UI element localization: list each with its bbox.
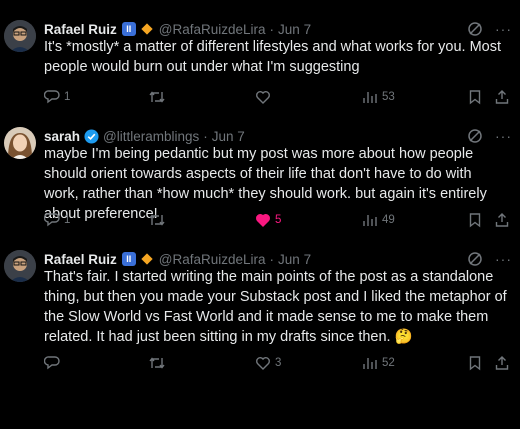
timestamp[interactable]: Jun 7: [212, 129, 245, 144]
separator: ·: [269, 21, 275, 37]
like-button[interactable]: 5: [255, 210, 281, 230]
retweet-icon: [148, 355, 166, 371]
timestamp[interactable]: Jun 7: [278, 252, 311, 267]
tweet-header: Rafael Ruiz II @RafaRuizdeLira · Jun 7 ·…: [44, 19, 512, 39]
reply-count: 1: [64, 214, 71, 226]
avatar[interactable]: [4, 127, 36, 159]
like-button[interactable]: [255, 87, 275, 107]
bookmark-icon: [467, 89, 483, 105]
like-icon: [255, 212, 271, 228]
retweet-button[interactable]: [148, 210, 170, 230]
views-icon: [362, 89, 378, 105]
view-count: 49: [382, 214, 395, 226]
retweet-icon: [148, 89, 166, 105]
reply-icon: [44, 89, 60, 105]
bookmark-icon: [467, 355, 483, 371]
share-icon: [494, 355, 510, 371]
more-icon[interactable]: ···: [495, 21, 512, 37]
views-button[interactable]: 53: [362, 87, 395, 107]
tweet-actions: 3 52: [44, 353, 520, 373]
diamond-badge-icon: [141, 23, 153, 35]
tweet-header: sarah @littleramblings · Jun 7 ···: [44, 126, 512, 146]
display-name[interactable]: Rafael Ruiz: [44, 22, 117, 37]
tweet-text: That's fair. I started writing the main …: [44, 269, 507, 345]
reply-icon: [44, 355, 60, 371]
like-count: 3: [275, 357, 282, 369]
share-icon: [494, 89, 510, 105]
grok-icon[interactable]: [467, 128, 483, 144]
reply-button[interactable]: 1: [44, 87, 70, 107]
affiliate-badge: II: [121, 252, 136, 266]
like-button[interactable]: 3: [255, 353, 281, 373]
share-button[interactable]: [494, 87, 510, 107]
avatar[interactable]: [4, 20, 36, 52]
like-icon: [255, 355, 271, 371]
more-icon[interactable]: ···: [495, 251, 512, 267]
bookmark-button[interactable]: [467, 87, 483, 107]
affiliate-badge: II: [121, 22, 136, 36]
display-name[interactable]: sarah: [44, 129, 80, 144]
username[interactable]: @RafaRuizdeLira: [159, 252, 266, 267]
tweet-actions: 1 53: [44, 87, 520, 107]
reply-button[interactable]: [44, 353, 64, 373]
more-icon[interactable]: ···: [495, 128, 512, 144]
grok-icon[interactable]: [467, 21, 483, 37]
tweet-actions: 1 5 49: [44, 210, 520, 230]
share-icon: [494, 212, 510, 228]
views-button[interactable]: 52: [362, 353, 395, 373]
grok-icon[interactable]: [467, 251, 483, 267]
tweet-text: It's *mostly* a matter of different life…: [44, 39, 502, 75]
reply-button[interactable]: 1: [44, 210, 70, 230]
bookmark-button[interactable]: [467, 353, 483, 373]
share-button[interactable]: [494, 353, 510, 373]
tweet-header: Rafael Ruiz II @RafaRuizdeLira · Jun 7 ·…: [44, 249, 512, 269]
thinking-face-emoji: 🤔: [394, 329, 413, 345]
retweet-button[interactable]: [148, 87, 170, 107]
username[interactable]: @littleramblings: [103, 129, 199, 144]
reply-count: 1: [64, 91, 71, 103]
tweet-text-container: That's fair. I started writing the main …: [44, 267, 510, 347]
username[interactable]: @RafaRuizdeLira: [159, 22, 266, 37]
timestamp[interactable]: Jun 7: [278, 22, 311, 37]
avatar[interactable]: [4, 250, 36, 282]
bookmark-icon: [467, 212, 483, 228]
like-count: 5: [275, 214, 282, 226]
views-icon: [362, 212, 378, 228]
diamond-badge-icon: [141, 253, 153, 265]
view-count: 52: [382, 357, 395, 369]
share-button[interactable]: [494, 210, 510, 230]
verified-badge-icon: [84, 128, 99, 144]
display-name[interactable]: Rafael Ruiz: [44, 252, 117, 267]
like-icon: [255, 89, 271, 105]
views-button[interactable]: 49: [362, 210, 395, 230]
reply-icon: [44, 212, 60, 228]
view-count: 53: [382, 91, 395, 103]
views-icon: [362, 355, 378, 371]
retweet-icon: [148, 212, 166, 228]
separator: ·: [203, 128, 208, 144]
retweet-button[interactable]: [148, 353, 170, 373]
bookmark-button[interactable]: [467, 210, 483, 230]
separator: ·: [269, 251, 275, 267]
